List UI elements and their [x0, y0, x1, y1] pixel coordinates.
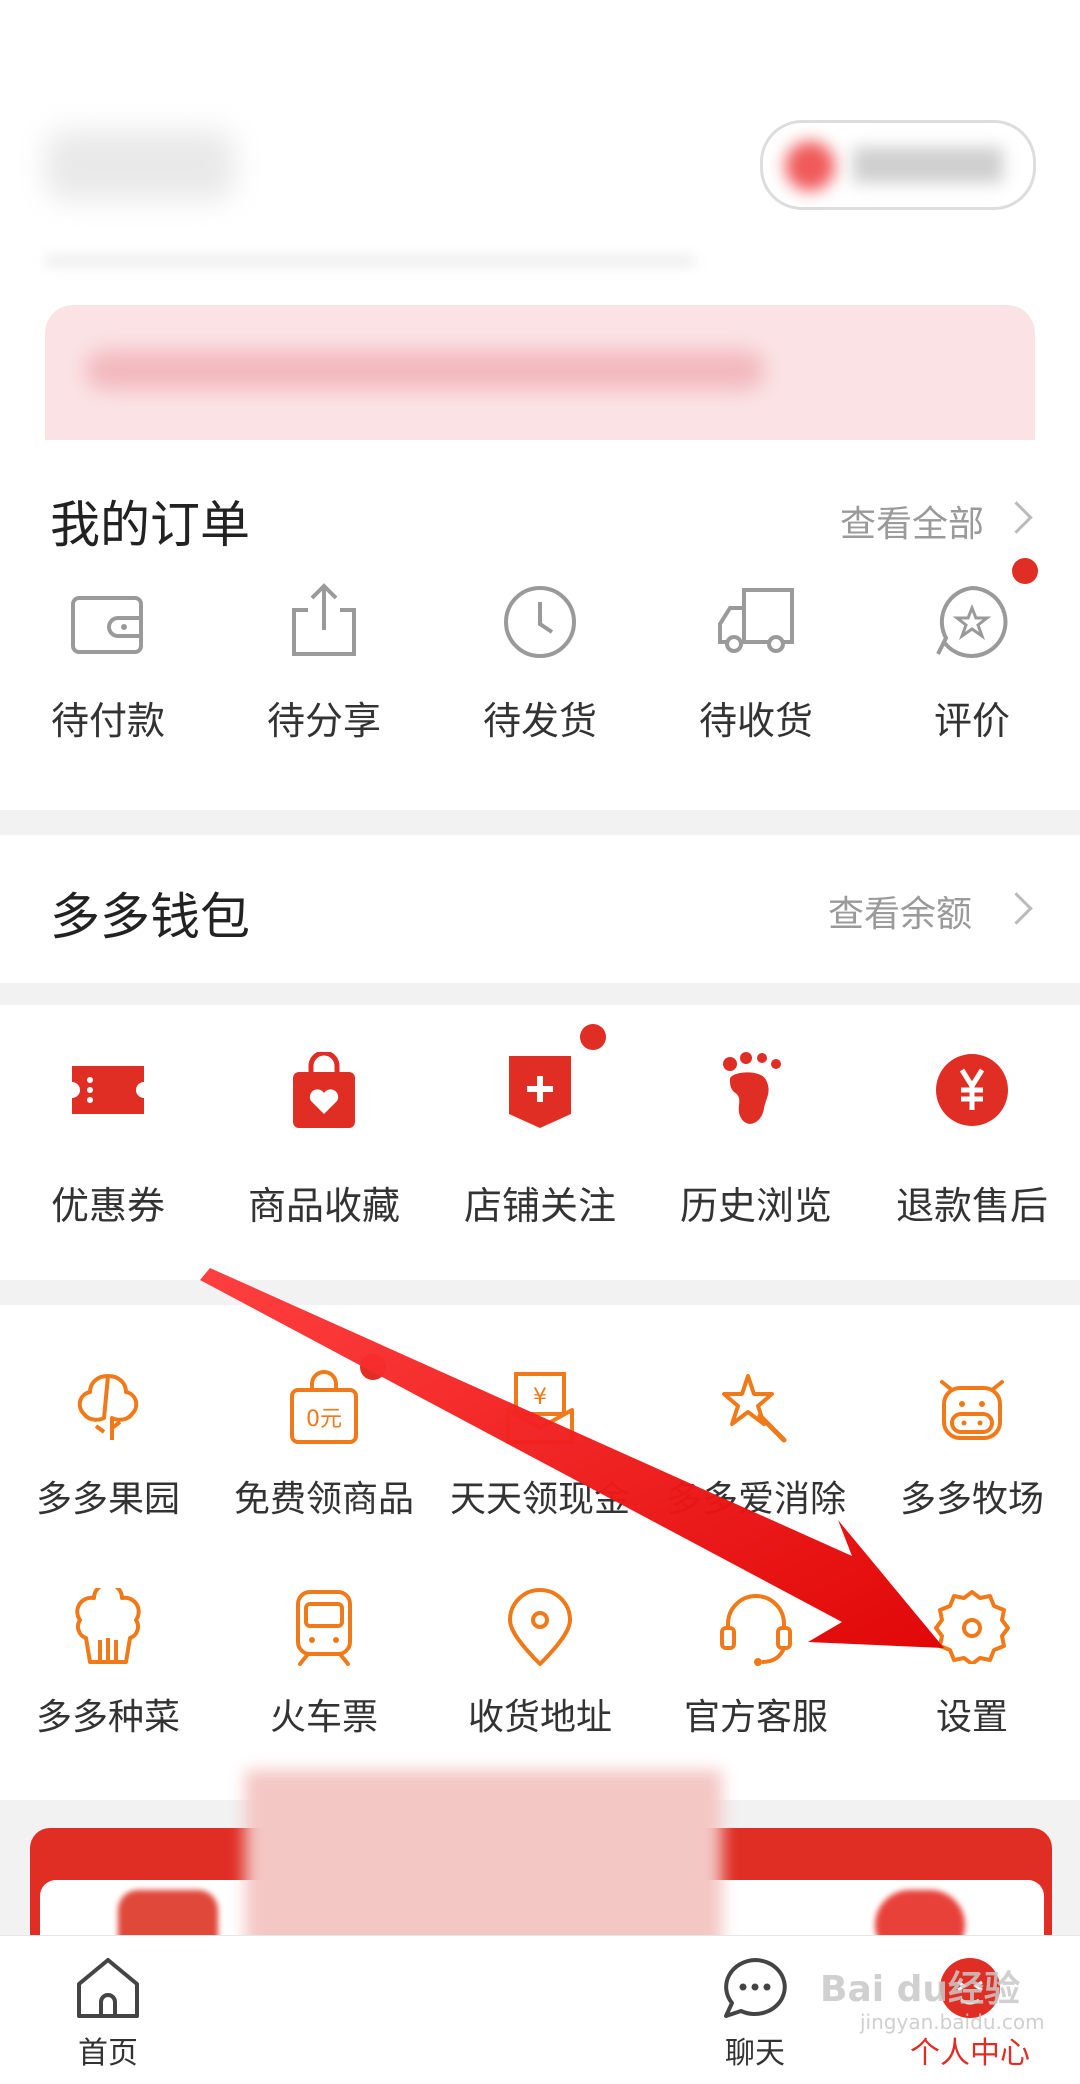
location-pin-icon — [508, 1588, 572, 1666]
service-train-tickets[interactable]: 火车票 — [216, 1588, 432, 1778]
shortcut-label: 历史浏览 — [679, 1184, 832, 1228]
service-address[interactable]: 收货地址 — [432, 1588, 648, 1778]
blurred-badge-icon — [785, 141, 835, 191]
order-item-pending-ship[interactable]: 待发货 — [432, 586, 648, 770]
store-follow-icon — [509, 1056, 571, 1128]
clock-icon — [504, 586, 576, 658]
service-label: 多多种菜 — [35, 1697, 180, 1738]
shortcut-store-follow[interactable]: 店铺关注 — [432, 1024, 648, 1260]
service-ranch[interactable]: 多多牧场 — [864, 1370, 1080, 1560]
shortcut-label: 优惠券 — [50, 1184, 165, 1228]
service-label: 收货地址 — [467, 1697, 612, 1738]
review-icon — [936, 585, 1008, 658]
service-label: 天天领现金 — [449, 1479, 630, 1520]
service-daily-cash[interactable]: ¥ 天天领现金 — [432, 1370, 648, 1560]
refund-icon — [936, 1054, 1008, 1126]
wallet-view-balance-link[interactable]: 查看余额 — [828, 885, 972, 937]
shortcut-label: 店铺关注 — [463, 1184, 616, 1228]
shortcut-history[interactable]: 历史浏览 — [648, 1052, 864, 1260]
orders-title: 我的订单 — [50, 496, 250, 554]
wallet-title: 多多钱包 — [50, 888, 250, 946]
blurred-notice-text — [85, 350, 765, 390]
wallet-icon — [71, 596, 143, 654]
service-settings[interactable]: 设置 — [864, 1588, 1080, 1778]
share-icon — [292, 583, 356, 656]
service-orchard[interactable]: 多多果园 — [0, 1370, 216, 1560]
blurred-username — [45, 130, 235, 200]
services-card: 多多果园 0元 免费领商品 ¥ 天天领现金 多多爱消除 多多牧场 多多种菜 火车… — [0, 1305, 1080, 1800]
free-bag-icon: 0元 — [290, 1370, 358, 1444]
shortcut-favorites[interactable]: 商品收藏 — [216, 1052, 432, 1260]
shortcut-label: 退款售后 — [895, 1184, 1048, 1228]
cash-envelope-icon: ¥ — [506, 1372, 574, 1444]
cabbage-icon — [75, 1588, 141, 1664]
service-label: 多多牧场 — [899, 1479, 1044, 1520]
star-wand-icon — [722, 1374, 787, 1443]
blurred-button-text — [853, 147, 1003, 183]
order-item-label: 评价 — [933, 699, 1010, 743]
service-label: 火车票 — [269, 1697, 378, 1738]
shortcut-label: 商品收藏 — [247, 1184, 400, 1228]
home-icon — [77, 1958, 139, 2018]
cow-icon — [940, 1380, 1004, 1440]
service-label: 免费领商品 — [233, 1479, 414, 1520]
truck-icon — [718, 588, 794, 653]
nav-home[interactable]: 首页 — [8, 1956, 208, 2072]
free-goods-badge — [360, 1354, 386, 1380]
store-follow-badge — [580, 1024, 606, 1050]
shortcut-refund[interactable]: 退款售后 — [864, 1054, 1080, 1260]
headset-icon — [720, 1594, 792, 1666]
order-item-pending-receive[interactable]: 待收货 — [648, 588, 864, 770]
review-badge — [1012, 558, 1038, 584]
orders-view-all-link[interactable]: 查看全部 — [840, 495, 984, 547]
train-icon — [296, 1590, 352, 1666]
service-match-game[interactable]: 多多爱消除 — [648, 1370, 864, 1560]
service-label: 多多果园 — [35, 1479, 180, 1520]
tree-icon — [77, 1374, 139, 1440]
wallet-chevron-icon[interactable] — [1000, 892, 1033, 925]
profile-header — [0, 0, 1080, 440]
orders-card: 我的订单 查看全部 待付款 待分享 待发货 待收货 评价 — [0, 440, 1080, 810]
nav-label: 聊天 — [725, 2036, 785, 2071]
service-vegetable[interactable]: 多多种菜 — [0, 1588, 216, 1778]
blurred-divider — [45, 255, 695, 267]
order-item-pending-share[interactable]: 待分享 — [216, 583, 432, 770]
blurred-header-button[interactable] — [760, 120, 1036, 210]
service-free-goods[interactable]: 0元 免费领商品 — [216, 1354, 432, 1560]
order-item-label: 待发货 — [482, 699, 597, 743]
wallet-card[interactable]: 多多钱包 查看余额 — [0, 835, 1080, 983]
service-label: 多多爱消除 — [665, 1479, 846, 1520]
orders-chevron-icon[interactable] — [1000, 501, 1033, 534]
order-item-label: 待付款 — [50, 699, 165, 743]
chat-icon — [724, 1958, 787, 2018]
order-item-review[interactable]: 评价 — [864, 558, 1080, 770]
cash-envelope-text: ¥ — [533, 1385, 547, 1410]
favorite-bag-icon — [293, 1052, 355, 1128]
shortcut-coupons[interactable]: 优惠券 — [0, 1060, 216, 1260]
footprint-icon — [723, 1052, 781, 1124]
order-item-pending-payment[interactable]: 待付款 — [0, 590, 216, 770]
shortcuts-card: 优惠券 商品收藏 店铺关注 历史浏览 退款售后 — [0, 1005, 1080, 1280]
nav-label: 首页 — [78, 2036, 138, 2071]
watermark-url: jingyan.baidu.com — [860, 2010, 1045, 2034]
order-item-label: 待分享 — [266, 699, 381, 743]
service-label: 设置 — [935, 1697, 1008, 1738]
service-label: 官方客服 — [683, 1697, 828, 1738]
service-customer-support[interactable]: 官方客服 — [648, 1588, 864, 1778]
coupon-icon — [72, 1066, 144, 1114]
watermark-logo: Bai du经验 — [820, 1969, 1021, 2010]
gear-icon — [934, 1590, 1010, 1664]
free-bag-text: 0元 — [306, 1407, 342, 1432]
order-item-label: 待收货 — [698, 699, 813, 743]
nav-label: 个人中心 — [910, 2036, 1030, 2071]
blurred-notice-banner[interactable] — [45, 305, 1035, 440]
